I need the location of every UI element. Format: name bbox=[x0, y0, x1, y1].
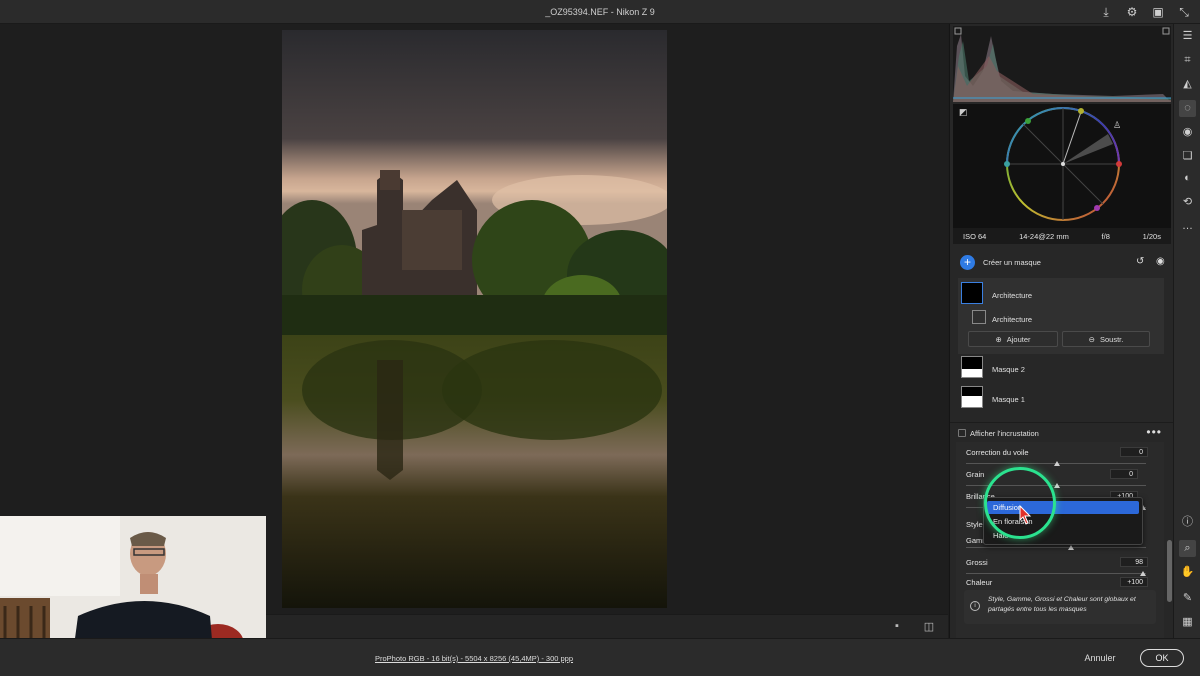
haze-knob[interactable] bbox=[1054, 461, 1060, 466]
mask-item[interactable]: Architecture bbox=[958, 280, 1164, 306]
exif-lens: 14-24@22 mm bbox=[1019, 231, 1069, 241]
mask-header: + Créer un masque ↺ ◉ bbox=[950, 250, 1174, 274]
redeye-icon[interactable]: ◉ bbox=[1179, 124, 1196, 141]
title-bar: _OZ95394.NEF - Nikon Z 9 ⤓ ⚙ ▣ ⤡ bbox=[0, 0, 1200, 24]
mask-thumbnail[interactable] bbox=[961, 282, 983, 304]
info-icon: i bbox=[970, 601, 980, 611]
file-info-link[interactable]: ProPhoto RGB - 16 bit(s) - 5504 x 8256 (… bbox=[375, 654, 573, 663]
exif-shutter: 1/20s bbox=[1142, 231, 1161, 241]
svg-text:◩: ◩ bbox=[959, 108, 968, 118]
single-view-icon[interactable]: ▪ bbox=[890, 620, 904, 634]
gamma-track[interactable] bbox=[966, 547, 1146, 548]
footer-bar: ProPhoto RGB - 16 bit(s) - 5504 x 8256 (… bbox=[0, 638, 1200, 676]
grain-label: Grain bbox=[966, 470, 985, 479]
grain-value[interactable]: 0 bbox=[1110, 469, 1138, 479]
mask-label: Masque 2 bbox=[992, 365, 1025, 374]
compare-view-icon[interactable]: ◫ bbox=[922, 620, 936, 634]
hand-icon[interactable]: ✋ bbox=[1179, 564, 1196, 581]
add-button[interactable]: ⊕ Ajouter bbox=[968, 331, 1058, 347]
exif-aperture: f/8 bbox=[1101, 231, 1110, 241]
window-title: _OZ95394.NEF - Nikon Z 9 bbox=[545, 7, 655, 17]
cancel-button[interactable]: Annuler bbox=[1070, 649, 1130, 667]
mask-label: Architecture bbox=[992, 291, 1033, 300]
zoom-icon[interactable]: ⌕ bbox=[1179, 540, 1196, 557]
mask-label: Masque 1 bbox=[992, 395, 1025, 404]
info-text: Style, Gamme, Grossi et Chaleur sont glo… bbox=[988, 596, 1136, 613]
subtract-button[interactable]: ⊖ Soustr. bbox=[1062, 331, 1150, 347]
overlay-row: Afficher l'incrustation ••• bbox=[950, 422, 1174, 442]
crop-icon[interactable]: ⌗ bbox=[1179, 52, 1196, 69]
eyedropper-icon[interactable]: ✎ bbox=[1179, 590, 1196, 607]
eraser-icon[interactable]: ◭ bbox=[1179, 76, 1196, 93]
subtract-label: Soustr. bbox=[1099, 334, 1124, 344]
architecture-icon bbox=[972, 310, 986, 324]
mask-item[interactable]: Masque 2 bbox=[950, 356, 1156, 382]
photo-preview[interactable] bbox=[282, 30, 667, 608]
reset-icon[interactable]: ↺ bbox=[1136, 256, 1144, 267]
warmth-value[interactable]: +100 bbox=[1120, 577, 1148, 587]
ok-button[interactable]: OK bbox=[1140, 649, 1184, 667]
layers-icon[interactable]: ❏ bbox=[1179, 148, 1196, 165]
exif-iso: ISO 64 bbox=[963, 231, 987, 241]
mask-sublabel: Architecture bbox=[992, 315, 1033, 324]
add-label: Ajouter bbox=[1006, 334, 1031, 344]
size-label: Grossi bbox=[966, 558, 988, 567]
sync-icon[interactable]: ⟲ bbox=[1179, 194, 1196, 211]
overlay-checkbox[interactable] bbox=[958, 429, 966, 437]
info-icon[interactable]: ⓘ bbox=[1179, 514, 1196, 531]
info-box: i Style, Gamme, Grossi et Chaleur sont g… bbox=[964, 590, 1156, 624]
gamma-knob[interactable] bbox=[1068, 545, 1074, 550]
histogram bbox=[953, 26, 1171, 102]
gear-icon[interactable]: ⚙ bbox=[1124, 4, 1140, 20]
subtract-icon: ⊖ bbox=[1088, 334, 1095, 344]
haze-label: Correction du voile bbox=[966, 448, 1029, 457]
collapse-icon[interactable]: ⤡ bbox=[1176, 4, 1192, 20]
eye-icon[interactable]: ◉ bbox=[1156, 256, 1165, 267]
mask-thumbnail[interactable] bbox=[961, 386, 983, 408]
grid-icon[interactable]: ▦ bbox=[1179, 614, 1196, 631]
mask-subitem[interactable]: Architecture bbox=[958, 306, 1164, 332]
style-label: Style bbox=[966, 520, 983, 529]
mask-list: Architecture Architecture ⊕ Ajouter ⊖ So… bbox=[958, 278, 1164, 354]
grain-knob[interactable] bbox=[1054, 483, 1060, 488]
mask-thumbnail[interactable] bbox=[961, 356, 983, 378]
cursor-icon bbox=[1019, 504, 1032, 525]
download-icon[interactable]: ⤓ bbox=[1098, 4, 1114, 20]
size-value[interactable]: 98 bbox=[1120, 557, 1148, 567]
present-icon[interactable]: ▣ bbox=[1150, 4, 1166, 20]
create-mask-button[interactable]: + bbox=[960, 255, 975, 270]
svg-text:♙: ♙ bbox=[1113, 121, 1121, 131]
size-track[interactable] bbox=[966, 573, 1146, 574]
mask-icon[interactable]: ◌ bbox=[1179, 100, 1196, 117]
exif-bar: ISO 64 14-24@22 mm f/8 1/20s bbox=[953, 228, 1171, 244]
cursor-highlight bbox=[984, 467, 1056, 539]
more-icon[interactable]: ••• bbox=[1146, 425, 1162, 439]
sliders-icon[interactable]: ☰ bbox=[1179, 28, 1196, 45]
color-wheel[interactable]: ♙ ◩ bbox=[953, 104, 1171, 228]
mask-item[interactable]: Masque 1 bbox=[950, 386, 1156, 412]
presets-icon[interactable]: ◐ bbox=[1179, 170, 1196, 187]
overlay-label: Afficher l'incrustation bbox=[970, 429, 1039, 438]
add-icon: ⊕ bbox=[995, 334, 1002, 344]
right-panel: ♙ ◩ ISO 64 14-24@22 mm f/8 1/20s + Créer… bbox=[949, 24, 1174, 638]
create-mask-label[interactable]: Créer un masque bbox=[983, 258, 1041, 267]
panel-scrollbar[interactable] bbox=[1167, 540, 1172, 602]
haze-value[interactable]: 0 bbox=[1120, 447, 1148, 457]
size-knob[interactable] bbox=[1140, 571, 1146, 576]
more-icon[interactable]: … bbox=[1179, 218, 1196, 235]
tool-strip: ☰ ⌗ ◭ ◌ ◉ ❏ ◐ ⟲ … ⓘ ⌕ ✋ ✎ ▦ bbox=[1173, 24, 1200, 638]
warmth-label: Chaleur bbox=[966, 578, 993, 587]
